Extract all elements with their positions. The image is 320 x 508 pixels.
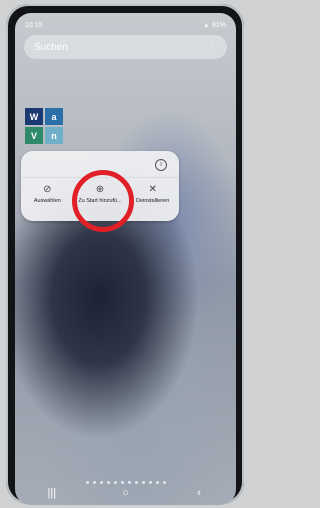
back-icon[interactable]: ‹: [184, 487, 214, 499]
select-label: Auswählen: [33, 198, 61, 204]
navigation-bar: ||| ○ ‹: [15, 481, 236, 505]
signal-icon: ▴: [204, 22, 208, 29]
app-icon[interactable]: W a V n: [25, 108, 63, 144]
app-icon-tile: n: [45, 127, 63, 144]
check-circle-icon: ⊘: [43, 183, 52, 195]
status-indicators: ▴ 81%: [204, 21, 226, 30]
search-placeholder: Suchen: [34, 41, 68, 53]
battery-level: 81%: [211, 21, 226, 29]
status-bar: 10:15 ▴ 81%: [25, 19, 226, 31]
recent-apps-icon[interactable]: |||: [37, 487, 67, 499]
highlight-ring: [72, 170, 134, 232]
close-icon: ✕: [148, 183, 157, 195]
info-icon[interactable]: i: [155, 159, 167, 171]
select-button[interactable]: ⊘ Auswählen: [22, 183, 72, 205]
search-bar[interactable]: Suchen ⋮: [24, 35, 227, 59]
uninstall-button[interactable]: ✕ Deinstallieren: [128, 183, 178, 205]
phone-frame: 10:15 ▴ 81% Suchen ⋮ W a V n i ⊘ Auswähl…: [6, 4, 244, 505]
app-icon-tile: V: [25, 127, 43, 144]
status-time: 10:15: [25, 21, 43, 29]
home-icon[interactable]: ○: [110, 487, 140, 499]
app-icon-tile: a: [45, 108, 63, 125]
app-icon-tile: W: [25, 108, 43, 125]
uninstall-label: Deinstallieren: [135, 198, 170, 204]
more-options-icon[interactable]: ⋮: [208, 42, 217, 53]
home-screen: 10:15 ▴ 81% Suchen ⋮ W a V n i ⊘ Auswähl…: [15, 13, 236, 505]
